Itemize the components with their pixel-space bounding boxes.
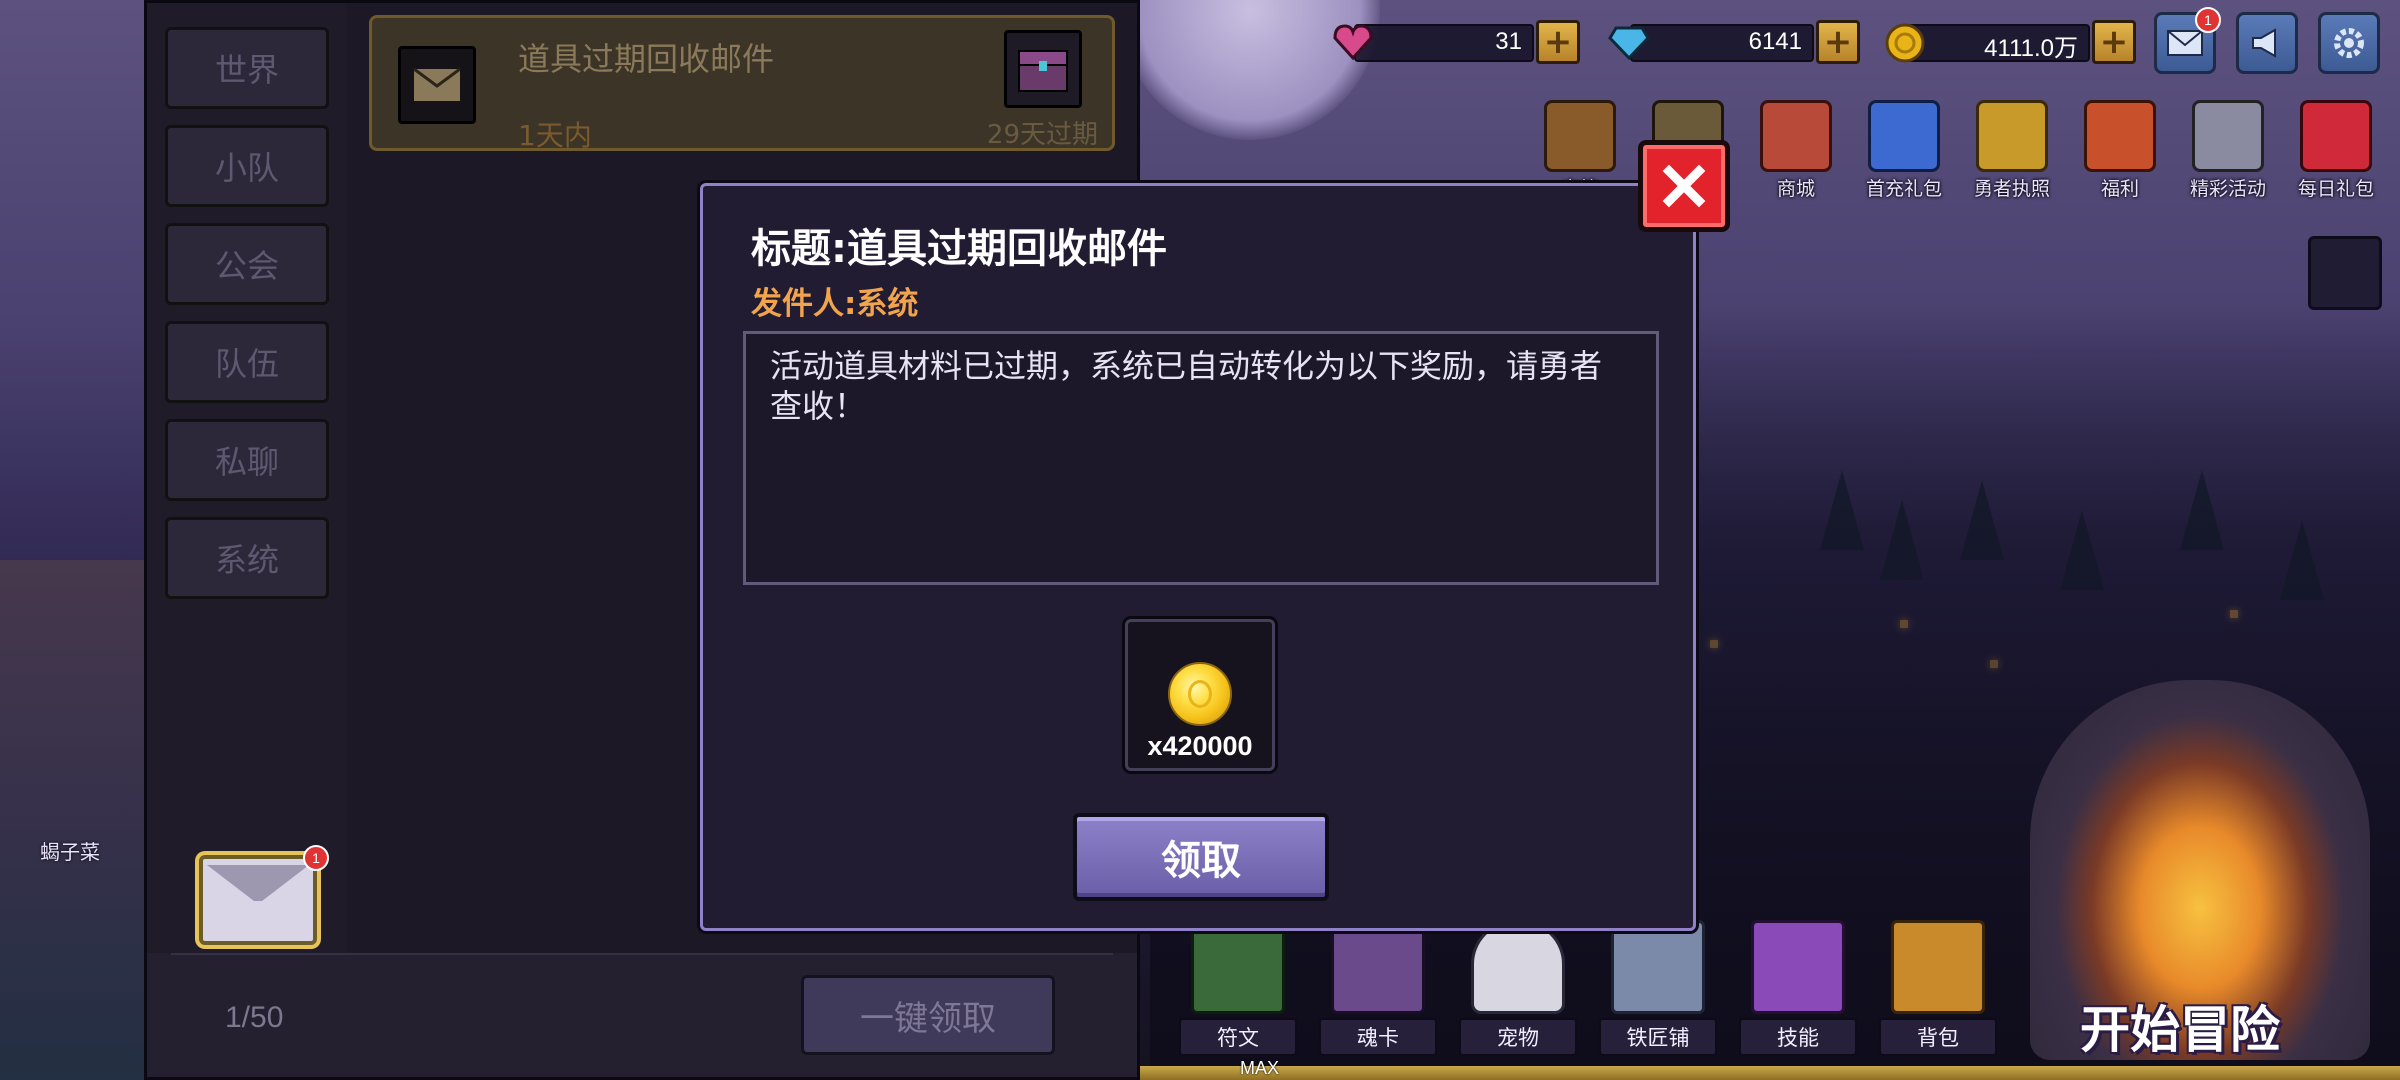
gold-value: 4111.0万 bbox=[1984, 35, 2078, 62]
soul-card-icon bbox=[1331, 920, 1425, 1014]
activity-daily-gift[interactable]: 每日礼包 bbox=[2286, 100, 2386, 201]
nav-backpack[interactable]: 背包 bbox=[1876, 920, 2000, 1056]
mail-item-time: 1天内 bbox=[518, 119, 592, 152]
mail-item-title: 道具过期回收邮件 bbox=[518, 40, 775, 78]
mail-tab-envelope-icon[interactable]: 1 bbox=[199, 845, 329, 945]
player-name: 蝎子菜 bbox=[40, 840, 100, 864]
ruby-value: 31 bbox=[1495, 28, 1522, 55]
nav-soul-card[interactable]: 魂卡 bbox=[1316, 920, 1440, 1056]
category-squad[interactable]: 小队 bbox=[165, 125, 329, 207]
mail-item[interactable]: 道具过期回收邮件 1天内 29天过期 bbox=[369, 15, 1115, 152]
first-recharge-icon bbox=[1868, 100, 1940, 172]
blacksmith-icon bbox=[1611, 920, 1705, 1014]
close-icon bbox=[1662, 164, 1706, 208]
activity-shop[interactable]: 商城 bbox=[1746, 100, 1846, 201]
mail-detail-dialog: 标题:道具过期回收邮件 发件人:系统 活动道具材料已过期，系统已自动转化为以下奖… bbox=[700, 183, 1696, 931]
mail-item-expiry: 29天过期 bbox=[986, 120, 1098, 150]
category-world[interactable]: 世界 bbox=[165, 27, 329, 109]
claim-button[interactable]: 领取 bbox=[1073, 813, 1329, 901]
mail-tab-badge: 1 bbox=[303, 845, 329, 871]
category-private[interactable]: 私聊 bbox=[165, 419, 329, 501]
claim-all-button[interactable]: 一键领取 bbox=[801, 975, 1055, 1055]
dialog-body: 活动道具材料已过期，系统已自动转化为以下奖励，请勇者查收！ bbox=[743, 331, 1659, 585]
exp-bar bbox=[1136, 1066, 2400, 1080]
dialog-sender: 发件人:系统 bbox=[751, 286, 919, 322]
activity-welfare[interactable]: 福利 bbox=[2070, 100, 2170, 201]
skill-icon bbox=[1751, 920, 1845, 1014]
settings-button[interactable] bbox=[2318, 12, 2380, 74]
gold-coin-icon bbox=[1168, 662, 1232, 726]
diamond-value: 6141 bbox=[1748, 28, 1802, 55]
nav-skill[interactable]: 技能 bbox=[1736, 920, 1860, 1056]
backpack-icon bbox=[1891, 920, 1985, 1014]
dialog-title: 标题:道具过期回收邮件 bbox=[751, 226, 1167, 272]
side-menu-button[interactable] bbox=[2308, 236, 2382, 310]
welfare-icon bbox=[2084, 100, 2156, 172]
mail-count: 1/50 bbox=[225, 1001, 284, 1034]
start-adventure-button[interactable]: 开始冒险 bbox=[2080, 990, 2280, 1062]
reward-quantity: x420000 bbox=[1147, 731, 1253, 761]
megaphone-icon bbox=[2252, 28, 2276, 58]
mail-badge: 1 bbox=[2195, 7, 2221, 33]
activity-events[interactable]: 精彩活动 bbox=[2178, 100, 2278, 201]
category-team[interactable]: 队伍 bbox=[165, 321, 329, 403]
heart-gem-icon bbox=[1333, 24, 1373, 61]
category-system[interactable]: 系统 bbox=[165, 517, 329, 599]
close-dialog-button[interactable] bbox=[1638, 140, 1730, 232]
diamond-icon bbox=[1608, 26, 1650, 61]
chest-icon bbox=[1544, 100, 1616, 172]
activity-first-recharge[interactable]: 首充礼包 bbox=[1854, 100, 1954, 201]
nav-rune[interactable]: 符文 bbox=[1176, 920, 1300, 1056]
diamond-counter: 6141 + bbox=[1606, 14, 1860, 68]
pet-icon bbox=[1471, 920, 1565, 1014]
gold-coin-icon bbox=[1885, 23, 1925, 63]
notice-button[interactable] bbox=[2236, 12, 2298, 74]
nav-pet[interactable]: 宠物 bbox=[1456, 920, 1580, 1056]
gold-counter: 4111.0万 + bbox=[1882, 14, 2136, 68]
activity-license[interactable]: 勇者执照 bbox=[1962, 100, 2062, 201]
add-ruby-button[interactable]: + bbox=[1536, 20, 1580, 64]
mail-footer-divider bbox=[171, 953, 1113, 955]
envelope-icon bbox=[2167, 30, 2203, 56]
shop-icon bbox=[1760, 100, 1832, 172]
add-gold-button[interactable]: + bbox=[2092, 20, 2136, 64]
mail-attachment-chest-icon bbox=[1004, 30, 1082, 108]
rune-icon bbox=[1191, 920, 1285, 1014]
category-guild[interactable]: 公会 bbox=[165, 223, 329, 305]
ruby-counter: 31 + bbox=[1330, 14, 1580, 68]
add-diamond-button[interactable]: + bbox=[1816, 20, 1860, 64]
gear-icon bbox=[2334, 28, 2364, 58]
nav-blacksmith[interactable]: 铁匠铺 bbox=[1596, 920, 1720, 1056]
daily-gift-icon bbox=[2300, 100, 2372, 172]
player-character bbox=[0, 560, 144, 1080]
reward-item[interactable]: x420000 bbox=[1125, 619, 1275, 771]
mail-category-column: 世界 小队 公会 队伍 私聊 系统 bbox=[147, 3, 347, 953]
event-icon bbox=[2192, 100, 2264, 172]
license-icon bbox=[1976, 100, 2048, 172]
exp-max-label: MAX bbox=[1240, 1058, 1280, 1078]
mail-button[interactable]: 1 bbox=[2154, 7, 2221, 74]
mail-envelope-icon bbox=[398, 46, 476, 124]
